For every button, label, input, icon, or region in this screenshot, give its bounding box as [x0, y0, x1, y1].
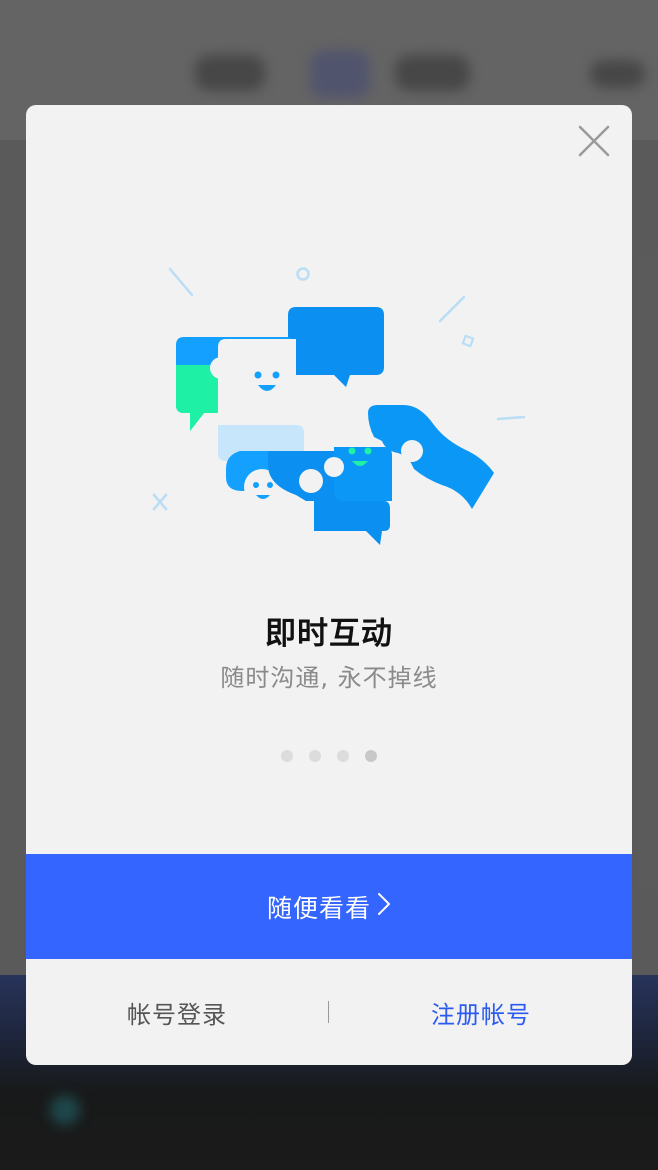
browse-button[interactable]: 随便看看 — [26, 854, 632, 959]
close-icon — [578, 125, 610, 157]
page-indicator — [26, 750, 632, 762]
chevron-right-icon — [377, 892, 391, 922]
close-button[interactable] — [574, 121, 614, 161]
login-link[interactable]: 帐号登录 — [26, 959, 328, 1065]
divider — [328, 1001, 329, 1023]
page-dot[interactable] — [337, 750, 349, 762]
register-link[interactable]: 注册帐号 — [330, 959, 632, 1065]
browse-button-label: 随便看看 — [266, 893, 371, 923]
intro-modal: 即时互动 随时沟通, 永不掉线 随便看看 帐号登录 注册帐号 — [26, 105, 632, 1065]
page-dot[interactable] — [309, 750, 321, 762]
chat-illustration — [152, 267, 526, 545]
page-dot[interactable] — [281, 750, 293, 762]
feature-subtitle: 随时沟通, 永不掉线 — [220, 664, 438, 692]
page-dot-active[interactable] — [365, 750, 377, 762]
auth-actions: 帐号登录 注册帐号 — [26, 959, 632, 1065]
feature-title: 即时互动 — [265, 616, 393, 652]
